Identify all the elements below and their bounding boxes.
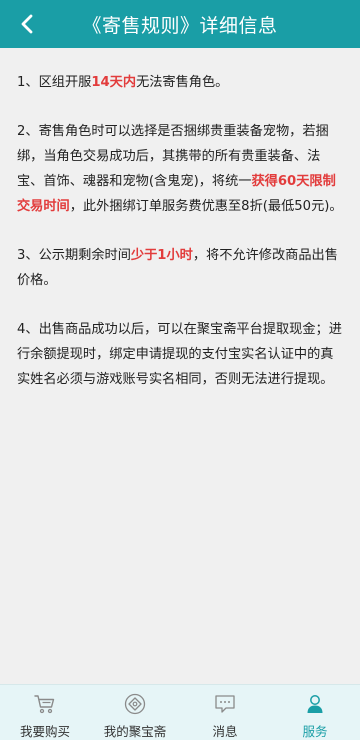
back-button[interactable] (8, 0, 48, 48)
tab-messages-label: 消息 (212, 724, 238, 739)
chevron-left-icon (21, 14, 33, 34)
tab-buy-label: 我要购买 (19, 724, 70, 739)
rule-4: 4、出售商品成功以后，可以在聚宝斋平台提取现金；进行余额提现时，绑定申请提现的支… (17, 317, 344, 392)
tab-service[interactable]: 服务 (270, 685, 360, 740)
rule-1-text-b: 无法寄售角色。 (136, 75, 229, 90)
tab-service-label: 服务 (302, 724, 328, 739)
rule-3-highlight: 少于1小时 (130, 248, 193, 263)
rule-1-highlight: 14天内 (91, 75, 137, 90)
rules-content: 1、区组开服14天内无法寄售角色。 2、寄售角色时可以选择是否捆绑贵重装备宠物，… (0, 48, 360, 684)
rule-4-text: 4、出售商品成功以后，可以在聚宝斋平台提取现金；进行余额提现时，绑定申请提现的支… (17, 322, 342, 387)
message-icon (215, 695, 235, 713)
tab-my-treasure[interactable]: 我的聚宝斋 (90, 685, 180, 740)
tab-my-treasure-label: 我的聚宝斋 (103, 724, 167, 739)
rule-3-text-a: 3、公示期剩余时间 (17, 248, 131, 263)
user-icon (307, 695, 323, 713)
tab-messages[interactable]: 消息 (180, 685, 270, 740)
bottom-tab-bar: 我要购买 我的聚宝斋 消息 服务 (0, 684, 360, 740)
rule-1: 1、区组开服14天内无法寄售角色。 (17, 70, 344, 95)
rule-3: 3、公示期剩余时间少于1小时，将不允许修改商品出售价格。 (17, 243, 344, 293)
cart-icon (34, 695, 55, 714)
treasure-icon (124, 693, 146, 715)
tab-buy[interactable]: 我要购买 (0, 685, 90, 740)
rule-2-text-b: ，此外捆绑订单服务费优惠至8折(最低50元)。 (69, 199, 343, 214)
rule-2: 2、寄售角色时可以选择是否捆绑贵重装备宠物，若捆绑，当角色交易成功后，其携带的所… (17, 119, 344, 219)
page-title: 《寄售规则》详细信息 (82, 14, 278, 37)
header-bar: 《寄售规则》详细信息 (0, 0, 360, 48)
rule-1-text-a: 1、区组开服 (17, 75, 92, 90)
